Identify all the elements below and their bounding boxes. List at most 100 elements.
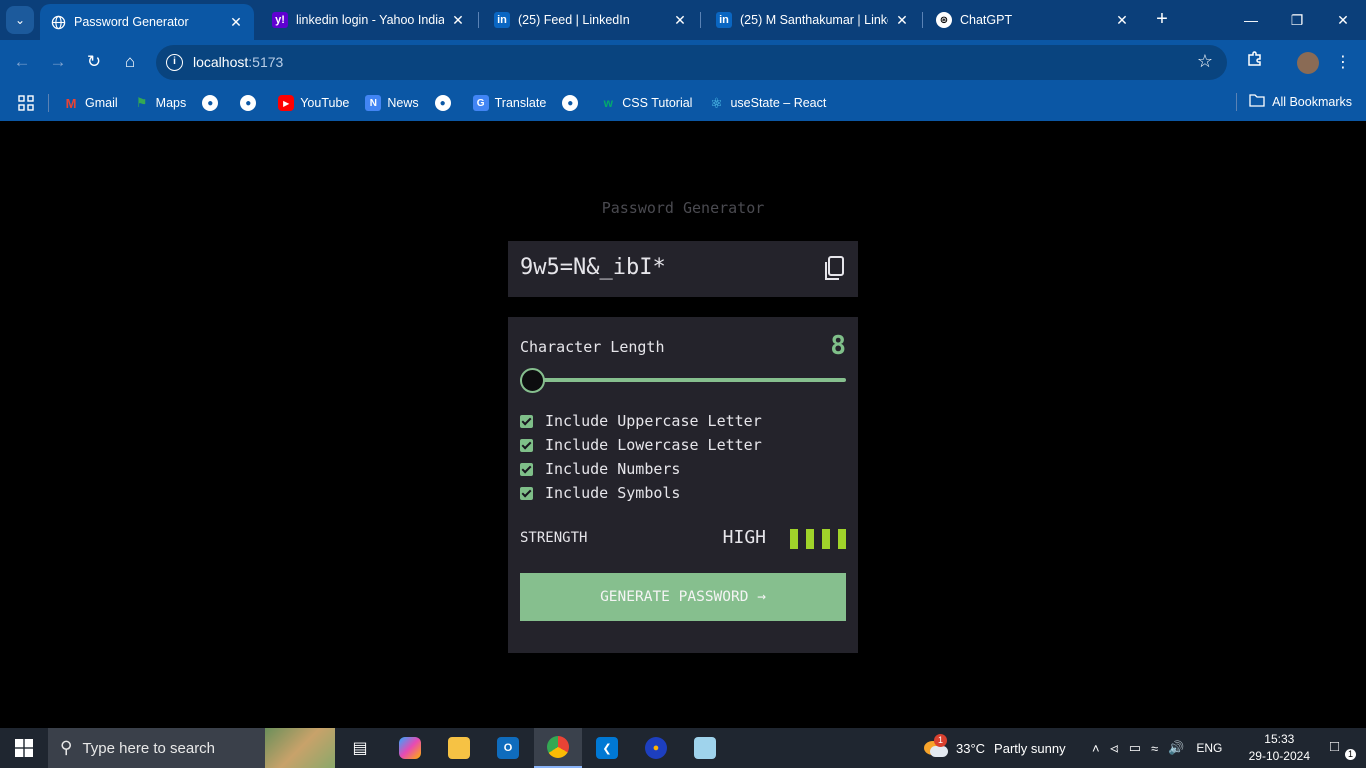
strength-value: HIGH [722,527,766,548]
password-text: 9w5=N&_ibI* [520,255,666,280]
close-window-button[interactable]: ✕ [1320,0,1366,40]
linkedin-icon: in [716,12,732,28]
generate-password-button[interactable]: GENERATE PASSWORD → [520,573,846,621]
browser-toolbar: ← → ↻ ⌂ i localhost:5173 ☆ ⋮ [0,40,1366,85]
page-title: Password Generator [601,199,765,217]
slider-thumb[interactable] [520,368,545,393]
bookmark-translate[interactable]: G Translate [472,95,546,111]
close-icon[interactable]: ✕ [228,14,244,31]
bookmark-usestate-react[interactable]: ⚛ useState – React [708,95,826,111]
minimize-button[interactable]: — [1228,0,1274,40]
bookmark-maps[interactable]: ⚑ Maps [134,95,186,111]
bookmark-globe-2[interactable]: ● [240,95,262,111]
strength-bar [822,529,830,549]
site-info-icon[interactable]: i [166,54,183,71]
new-tab-button[interactable]: + [1150,8,1174,32]
strength-bar [790,529,798,549]
profile-avatar[interactable] [1295,50,1321,76]
outlook-icon[interactable]: O [484,728,532,768]
apps-icon[interactable] [18,95,34,111]
tab-search-button[interactable]: ⌄ [6,6,34,34]
tab-linkedin-feed[interactable]: in (25) Feed | LinkedIn ✕ [484,4,698,36]
password-generator-app: Password Generator 9w5=N&_ibI* Character… [0,121,1366,728]
bookmark-css-tutorial[interactable]: w CSS Tutorial [600,95,693,111]
battery-icon[interactable]: ▭ [1129,740,1141,756]
maps-icon: ⚑ [135,95,148,110]
url-text[interactable]: localhost:5173 [193,54,283,70]
news-icon: N [365,95,382,111]
bookmark-globe-4[interactable]: ● [562,95,584,111]
app-icon[interactable]: ● [632,728,680,768]
file-explorer-icon[interactable] [435,728,483,768]
search-icon: ⚲ [60,738,73,757]
tab-yahoo[interactable]: y! linkedin login - Yahoo India Se ✕ [262,4,476,36]
tab-linkedin-profile[interactable]: in (25) M Santhakumar | LinkedIn ✕ [706,4,920,36]
length-slider[interactable] [520,378,846,382]
menu-icon[interactable]: ⋮ [1330,50,1356,76]
yahoo-icon: y! [272,12,288,28]
w3schools-icon: w [603,96,613,110]
bookmark-globe-1[interactable]: ● [202,95,224,111]
taskbar-search[interactable]: ⚲ Type here to search [48,728,335,768]
close-icon[interactable]: ✕ [894,12,910,29]
forward-button[interactable]: → [46,50,70,74]
close-icon[interactable]: ✕ [672,12,688,29]
vscode-icon[interactable]: ❮ [583,728,631,768]
bookmark-youtube[interactable]: ▶ YouTube [278,95,349,111]
checkbox-uppercase[interactable] [520,414,533,428]
chevron-up-icon[interactable]: ˄ [1092,741,1100,756]
wifi-icon[interactable]: ≈ [1151,741,1158,756]
strength-meter [790,529,846,549]
tab-title: Password Generator [74,15,189,29]
bookmark-globe-3[interactable]: ● [434,95,457,111]
checkbox-lowercase[interactable] [520,438,533,452]
globe-icon [50,14,66,30]
search-highlight-image [265,728,335,768]
task-view-icon[interactable]: ▤ [336,728,384,768]
bookmark-gmail[interactable]: M Gmail [63,95,118,111]
length-label: Character Length [520,338,665,356]
tab-chatgpt[interactable]: ⊛ ChatGPT ✕ [926,4,1140,36]
checkbox-numbers[interactable] [520,462,533,476]
language-indicator[interactable]: ENG [1196,741,1222,755]
notification-icon[interactable]: □ 1 [1330,738,1356,760]
clock[interactable]: 15:33 29-10-2024 [1249,731,1310,765]
option-symbols[interactable]: Include Symbols [520,484,680,502]
settings-panel: Character Length 8 Include Uppercase Let… [508,317,858,653]
taskbar: ⚲ Type here to search ▤ O ❮ ● 1 33°C Par… [0,728,1366,768]
option-numbers[interactable]: Include Numbers [520,460,680,478]
close-icon[interactable]: ✕ [450,12,466,29]
bookmark-star-icon[interactable]: ☆ [1197,51,1213,72]
bookmark-news[interactable]: N News [365,95,419,111]
extensions-icon[interactable] [1242,50,1268,76]
back-button[interactable]: ← [10,50,34,74]
weather-widget[interactable]: 1 33°C Partly sunny [922,728,1066,768]
home-button[interactable]: ⌂ [118,50,142,74]
restore-button[interactable]: ❐ [1274,0,1320,40]
meet-now-icon[interactable]: ⏿ [1110,740,1119,756]
volume-icon[interactable]: 🔊 [1168,740,1184,756]
tab-strip: ⌄ Password Generator ✕ y! linkedin login… [0,0,1366,40]
all-bookmarks-button[interactable]: All Bookmarks [1236,93,1352,111]
copilot-icon[interactable] [386,728,434,768]
strength-bar [838,529,846,549]
close-icon[interactable]: ✕ [1114,12,1130,29]
windows-start-icon[interactable] [0,728,48,768]
checkbox-symbols[interactable] [520,486,533,500]
globe-icon: ● [202,95,219,111]
folder-icon [1249,94,1265,110]
chatgpt-icon: ⊛ [936,12,952,28]
copy-icon[interactable] [822,255,846,283]
globe-icon: ● [434,95,451,111]
youtube-icon: ▶ [278,95,295,111]
notepad-icon[interactable] [681,728,729,768]
tab-password-generator[interactable]: Password Generator ✕ [40,4,254,40]
linkedin-icon: in [494,12,510,28]
option-uppercase[interactable]: Include Uppercase Letter [520,412,762,430]
option-lowercase[interactable]: Include Lowercase Letter [520,436,762,454]
address-bar[interactable]: i localhost:5173 ☆ [156,45,1227,80]
chrome-icon[interactable] [534,728,582,768]
password-display: 9w5=N&_ibI* [508,241,858,297]
reload-button[interactable]: ↻ [82,50,106,74]
tab-title: ChatGPT [960,13,1013,27]
